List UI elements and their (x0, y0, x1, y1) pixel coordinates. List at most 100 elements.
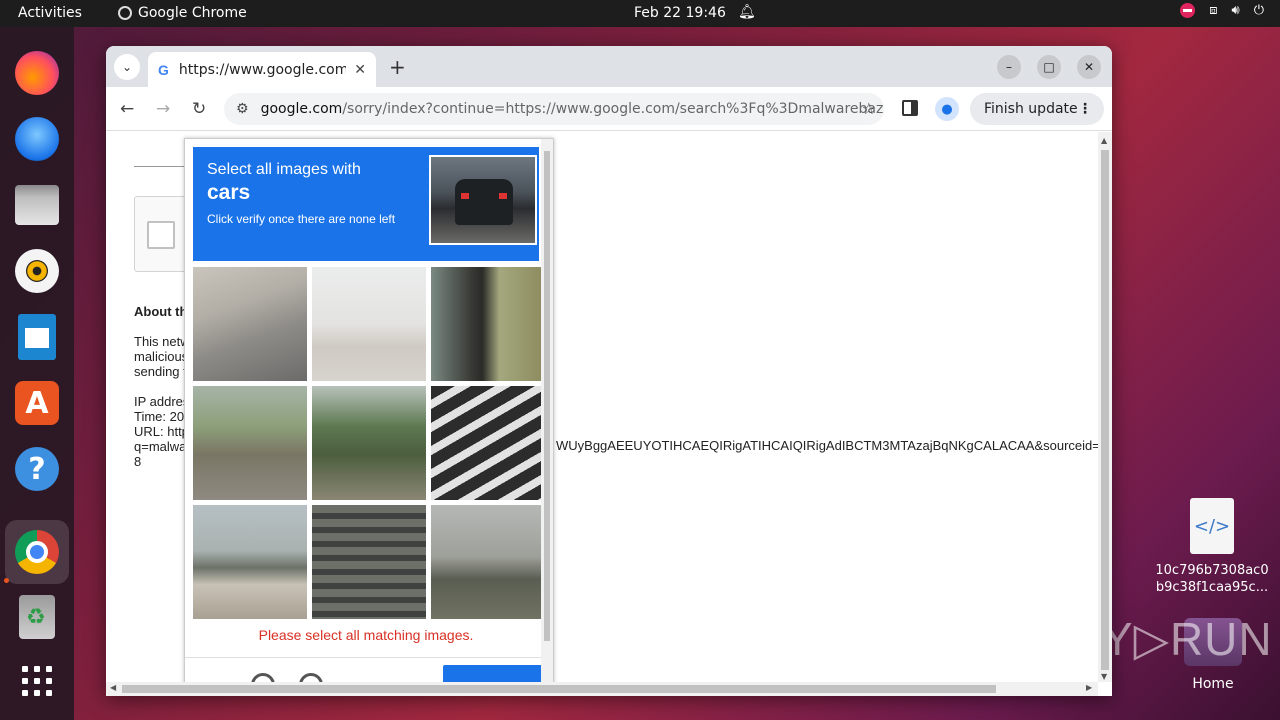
horizontal-scrollbar-thumb[interactable] (122, 685, 996, 693)
captcha-instruction: Select all images with (207, 161, 361, 178)
reload-icon[interactable]: ↻ (192, 99, 206, 119)
dock-firefox[interactable] (13, 49, 61, 97)
captcha-footer-divider (185, 657, 547, 658)
finish-update-button[interactable]: Finish update ⋮ (970, 93, 1104, 125)
libreoffice-writer-icon (18, 314, 56, 360)
clock[interactable]: Feb 22 19:46 (634, 5, 726, 21)
dock: A ? (0, 27, 74, 720)
finish-update-label: Finish update (984, 101, 1078, 117)
thunderbird-icon (15, 117, 59, 161)
captcha-tile[interactable] (193, 505, 307, 619)
trash-icon (19, 595, 55, 639)
captcha-challenge: Select all images with cars Click verify… (184, 138, 554, 682)
help-icon: ? (15, 447, 59, 491)
forward-arrow-icon[interactable]: → (156, 99, 170, 119)
notification-bell-icon[interactable]: 🔔︎ (738, 4, 756, 20)
scroll-right-icon[interactable]: ▶ (1086, 683, 1092, 692)
dock-chrome[interactable] (5, 520, 69, 584)
app-menu-label: Google Chrome (138, 5, 247, 21)
query-line: q=malwa (134, 439, 187, 454)
captcha-scrollbar-thumb[interactable] (544, 151, 550, 641)
site-info-icon[interactable]: ⚙ (236, 101, 249, 117)
bookmark-star-icon[interactable]: ☆ (862, 99, 876, 118)
ip-address-line: IP addres (134, 394, 190, 409)
captcha-tile[interactable] (312, 505, 426, 619)
new-tab-button[interactable]: + (389, 55, 406, 79)
desktop-html-file[interactable]: </> 10c796b7308ac0 b9c38f1caa95c... (1150, 498, 1274, 596)
dock-writer[interactable] (13, 313, 61, 361)
dock-files[interactable] (13, 181, 61, 229)
scroll-left-icon[interactable]: ◀ (110, 683, 116, 692)
power-icon[interactable]: ⏻ (1254, 3, 1264, 18)
url-path: /sorry/index?continue=https://www.google… (342, 101, 884, 117)
scroll-down-icon[interactable]: ▼ (1101, 672, 1107, 681)
network-icon[interactable]: ⧈ (1209, 3, 1217, 18)
firefox-icon (15, 51, 59, 95)
desktop-file-name: 10c796b7308ac0 b9c38f1caa95c... (1155, 563, 1269, 595)
captcha-subinstruction: Click verify once there are none left (207, 212, 396, 226)
url-line: URL: http (134, 424, 189, 439)
show-apps-icon (22, 666, 52, 696)
tab-search-button[interactable]: ⌄ (114, 54, 140, 80)
time-line: Time: 20 (134, 409, 185, 424)
captcha-tile[interactable] (431, 386, 545, 500)
back-arrow-icon[interactable]: ← (120, 99, 134, 119)
captcha-tile[interactable] (431, 267, 545, 381)
maximize-button[interactable]: □ (1037, 55, 1061, 79)
vertical-scrollbar[interactable]: ▲ ▼ (1098, 132, 1112, 682)
horizontal-scrollbar[interactable]: ◀ ▶ (106, 682, 1098, 696)
recording-stop-icon[interactable] (1180, 3, 1196, 18)
chrome-icon (15, 530, 59, 574)
captcha-tile-grid (193, 267, 545, 621)
running-indicator (4, 578, 9, 583)
minimize-button[interactable]: – (997, 55, 1021, 79)
verify-button[interactable] (443, 665, 543, 682)
captcha-tile[interactable] (312, 267, 426, 381)
reload-challenge-icon[interactable] (251, 673, 275, 682)
home-label: Home (1192, 676, 1234, 692)
app-menu[interactable]: Google Chrome (118, 5, 247, 21)
audio-challenge-icon[interactable] (299, 673, 323, 682)
car-icon (455, 179, 513, 225)
page-viewport: About th This netw malicious sending t I… (106, 132, 1112, 682)
long-url-fragment: WUyBggAEEUYOTIHCAEQIRigATIHCAIQIRigAdIBC… (556, 438, 1107, 453)
tab-close-icon[interactable]: ✕ (354, 62, 366, 78)
volume-icon[interactable]: 🔊︎ (1232, 3, 1240, 18)
profile-avatar-icon[interactable]: ● (935, 97, 959, 121)
dock-rhythmbox[interactable] (13, 247, 61, 295)
scroll-up-icon[interactable]: ▲ (1101, 136, 1107, 145)
body-line-1: This netw (134, 334, 190, 349)
captcha-header: Select all images with cars Click verify… (193, 147, 539, 261)
system-tray[interactable]: ⧈ 🔊︎ ⏻ (1180, 3, 1264, 18)
captcha-tile[interactable] (431, 505, 545, 619)
dock-show-apps[interactable] (13, 657, 61, 705)
dock-thunderbird[interactable] (13, 115, 61, 163)
captcha-sample-image (429, 155, 537, 245)
captcha-scrollbar[interactable] (541, 139, 553, 682)
vertical-scrollbar-thumb[interactable] (1101, 150, 1109, 670)
captcha-tile[interactable] (193, 267, 307, 381)
activities-button[interactable]: Activities (18, 5, 82, 21)
more-menu-icon[interactable]: ⋮ (1078, 101, 1092, 117)
address-bar[interactable]: ⚙ google.com /sorry/index?continue=https… (224, 93, 884, 125)
top-bar: Activities Google Chrome Feb 22 19:46 🔔︎… (0, 0, 1280, 27)
recaptcha-checkbox[interactable] (147, 221, 175, 249)
dock-trash[interactable] (13, 593, 61, 641)
files-icon (15, 185, 59, 225)
side-panel-icon[interactable] (902, 100, 918, 116)
rhythmbox-icon (15, 249, 59, 293)
captcha-tile[interactable] (312, 386, 426, 500)
close-window-button[interactable]: ✕ (1077, 55, 1101, 79)
dock-help[interactable]: ? (13, 445, 61, 493)
chrome-window: ⌄ G https://www.google.com ✕ + – □ ✕ ← →… (106, 46, 1112, 696)
toolbar: ← → ↻ ⚙ google.com /sorry/index?continue… (106, 87, 1112, 131)
about-heading: About th (134, 304, 188, 319)
dock-app-center[interactable]: A (13, 379, 61, 427)
url-host: google.com (260, 101, 343, 117)
tab-google[interactable]: G https://www.google.com ✕ (148, 52, 376, 87)
body-line-2: malicious (134, 349, 189, 364)
captcha-error-message: Please select all matching images. (258, 627, 474, 643)
html-file-icon: </> (1190, 498, 1234, 554)
captcha-tile[interactable] (193, 386, 307, 500)
body-line-3: sending t (134, 364, 187, 379)
